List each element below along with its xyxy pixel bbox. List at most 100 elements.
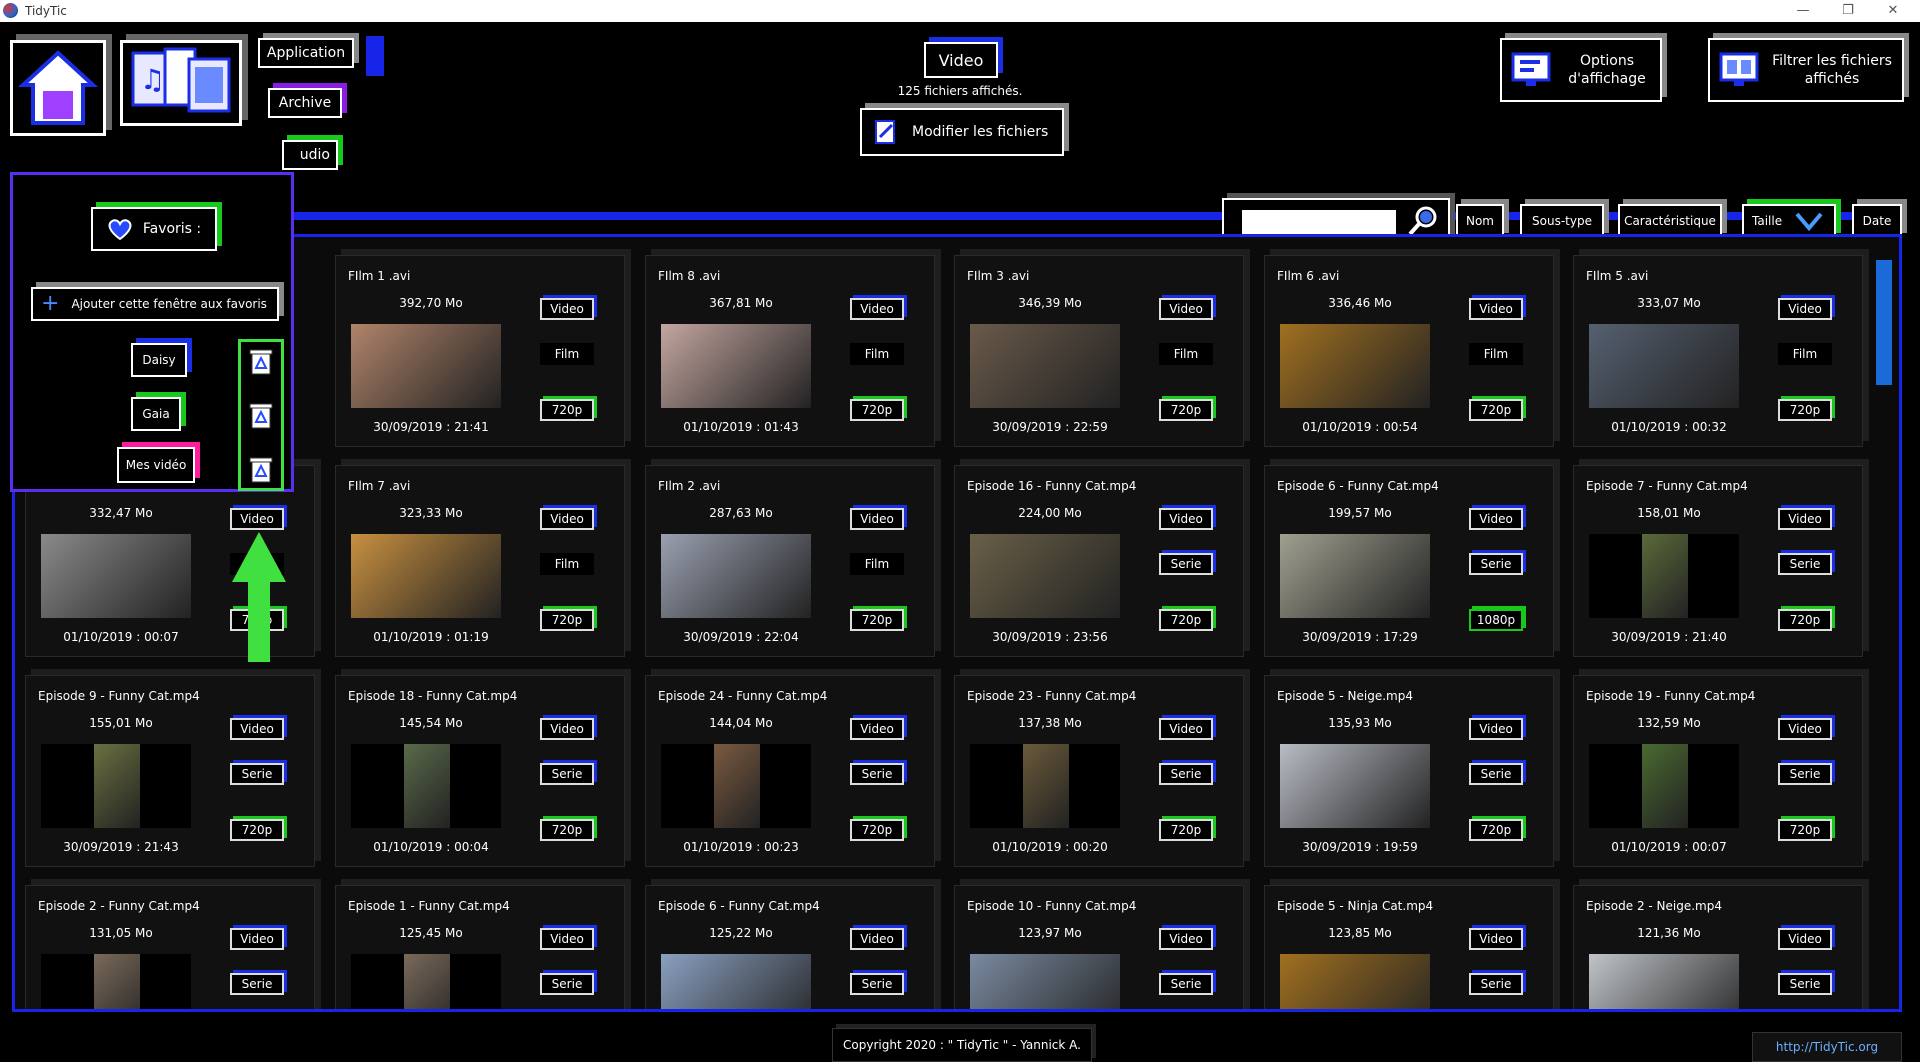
file-card[interactable]: Episode 5 - Ninja Cat.mp4 123,85 Mo Video S… bbox=[1264, 885, 1554, 1009]
file-card[interactable]: Episode 7 - Funny Cat.mp4 158,01 Mo 30/09/… bbox=[1573, 465, 1863, 657]
filter-files-button[interactable]: Filtrer les fichiers affichés bbox=[1708, 38, 1904, 102]
type-tag[interactable]: Video bbox=[1778, 298, 1832, 320]
quality-tag[interactable]: 720p bbox=[230, 819, 284, 841]
website-link[interactable]: http://TidyTic.org bbox=[1752, 1032, 1902, 1062]
subtype-tag[interactable]: Serie bbox=[1159, 763, 1213, 785]
subtype-tag[interactable]: Film bbox=[540, 343, 594, 365]
type-tag[interactable]: Video bbox=[540, 718, 594, 740]
subtype-tag[interactable]: Serie bbox=[850, 973, 904, 995]
file-card[interactable]: Episode 23 - Funny Cat.mp4 137,38 Mo 01/10… bbox=[954, 675, 1244, 867]
type-tag[interactable]: Video bbox=[1159, 928, 1213, 950]
category-archive-button[interactable]: Archive bbox=[268, 88, 342, 118]
subtype-tag[interactable]: Serie bbox=[1159, 973, 1213, 995]
display-options-button[interactable]: Options d'affichage bbox=[1500, 38, 1662, 102]
subtype-tag[interactable]: Serie bbox=[540, 763, 594, 785]
category-audio-button[interactable]: udio bbox=[282, 140, 338, 170]
subtype-tag[interactable]: Film bbox=[540, 553, 594, 575]
file-card[interactable]: FIlm 6 .avi 336,46 Mo 01/10/2019 : 00:54 Vi… bbox=[1264, 255, 1554, 447]
quality-tag[interactable]: 720p bbox=[540, 819, 594, 841]
type-tag[interactable]: Video bbox=[850, 718, 904, 740]
subtype-tag[interactable]: Serie bbox=[1778, 553, 1832, 575]
media-type-button[interactable]: ♫ bbox=[120, 40, 242, 126]
quality-tag[interactable]: 720p bbox=[1778, 819, 1832, 841]
subtype-tag[interactable]: Serie bbox=[1469, 553, 1523, 575]
type-tag[interactable]: Video bbox=[850, 298, 904, 320]
quality-tag[interactable]: 720p bbox=[850, 819, 904, 841]
sort-name-button[interactable]: Nom bbox=[1456, 204, 1504, 238]
favorite-item-mes-video[interactable]: Mes vidéo bbox=[117, 447, 195, 483]
category-application-button[interactable]: Application bbox=[258, 38, 354, 68]
file-card[interactable]: Episode 18 - Funny Cat.mp4 145,54 Mo 01/10… bbox=[335, 675, 625, 867]
favorite-item-daisy[interactable]: Daisy bbox=[131, 343, 187, 377]
trash-icon[interactable] bbox=[246, 346, 276, 376]
subtype-tag[interactable]: Serie bbox=[850, 763, 904, 785]
quality-tag[interactable]: 720p bbox=[1159, 399, 1213, 421]
quality-tag[interactable]: 720p bbox=[1159, 819, 1213, 841]
sort-characteristic-button[interactable]: Caractéristique bbox=[1618, 204, 1722, 238]
type-tag[interactable]: Video bbox=[850, 508, 904, 530]
home-button[interactable] bbox=[10, 40, 106, 136]
subtype-tag[interactable]: Serie bbox=[540, 973, 594, 995]
subtype-tag[interactable]: Film bbox=[1469, 343, 1523, 365]
trash-icon[interactable] bbox=[246, 400, 276, 430]
quality-tag[interactable]: 720p bbox=[1778, 399, 1832, 421]
favorite-item-gaia[interactable]: Gaia bbox=[131, 397, 181, 431]
file-card[interactable]: FIlm 5 .avi 333,07 Mo 01/10/2019 : 00:32 Vi… bbox=[1573, 255, 1863, 447]
file-card[interactable]: Episode 6 - Funny Cat.mp4 125,22 Mo Video S… bbox=[645, 885, 935, 1009]
subtype-tag[interactable]: Film bbox=[1778, 343, 1832, 365]
sort-subtype-button[interactable]: Sous-type bbox=[1520, 204, 1604, 238]
file-card[interactable]: Episode 19 - Funny Cat.mp4 132,59 Mo 01/10… bbox=[1573, 675, 1863, 867]
quality-tag[interactable]: 720p bbox=[850, 609, 904, 631]
type-tag[interactable]: Video bbox=[230, 928, 284, 950]
file-card[interactable]: Episode 16 - Funny Cat.mp4 224,00 Mo 30/09… bbox=[954, 465, 1244, 657]
modify-files-button[interactable]: Modifier les fichiers bbox=[860, 108, 1064, 156]
type-tag[interactable]: Video bbox=[230, 718, 284, 740]
subtype-tag[interactable]: Film bbox=[850, 553, 904, 575]
type-tag[interactable]: Video bbox=[1469, 508, 1523, 530]
subtype-tag[interactable]: Serie bbox=[230, 763, 284, 785]
favorites-title-button[interactable]: Favoris : bbox=[91, 207, 217, 251]
type-tag[interactable]: Video bbox=[1159, 508, 1213, 530]
subtype-tag[interactable]: Serie bbox=[230, 973, 284, 995]
type-tag[interactable]: Video bbox=[230, 508, 284, 530]
quality-tag[interactable]: 720p bbox=[1159, 609, 1213, 631]
add-favorite-button[interactable]: + Ajouter cette fenêtre aux favoris bbox=[31, 287, 279, 321]
file-card[interactable]: FIlm 2 .avi 287,63 Mo 30/09/2019 : 22:04 Vi… bbox=[645, 465, 935, 657]
quality-tag[interactable]: 720p bbox=[540, 609, 594, 631]
file-card[interactable]: Episode 2 - Neige.mp4 121,36 Mo Video Serie bbox=[1573, 885, 1863, 1009]
sort-date-button[interactable]: Date bbox=[1852, 204, 1902, 238]
restore-button[interactable]: ❐ bbox=[1833, 2, 1863, 20]
type-tag[interactable]: Video bbox=[1159, 298, 1213, 320]
file-card[interactable]: FIlm 7 .avi 323,33 Mo 01/10/2019 : 01:19 Vi… bbox=[335, 465, 625, 657]
quality-tag[interactable]: 720p bbox=[540, 399, 594, 421]
file-card[interactable]: FIlm 1 .avi 392,70 Mo 30/09/2019 : 21:41 Vi… bbox=[335, 255, 625, 447]
sort-size-button[interactable]: Taille bbox=[1742, 204, 1836, 238]
type-tag[interactable]: Video bbox=[540, 298, 594, 320]
quality-tag[interactable]: 720p bbox=[850, 399, 904, 421]
type-tag[interactable]: Video bbox=[850, 928, 904, 950]
subtype-tag[interactable]: Serie bbox=[1778, 763, 1832, 785]
search-icon[interactable] bbox=[1406, 204, 1440, 238]
trash-icon[interactable] bbox=[246, 454, 276, 484]
file-card[interactable]: Episode 10 - Funny Cat.mp4 123,97 Mo Video… bbox=[954, 885, 1244, 1009]
quality-tag[interactable]: 720p bbox=[1778, 609, 1832, 631]
type-tag[interactable]: Video bbox=[1778, 508, 1832, 530]
quality-tag[interactable]: 720p bbox=[1469, 399, 1523, 421]
file-card[interactable]: Episode 5 - Neige.mp4 135,93 Mo 30/09/2019… bbox=[1264, 675, 1554, 867]
type-tag[interactable]: Video bbox=[1469, 718, 1523, 740]
minimize-button[interactable]: — bbox=[1788, 2, 1818, 20]
type-tag[interactable]: Video bbox=[1778, 928, 1832, 950]
file-card[interactable]: Episode 2 - Funny Cat.mp4 131,05 Mo Video S… bbox=[25, 885, 315, 1009]
type-tag[interactable]: Video bbox=[1159, 718, 1213, 740]
file-card[interactable]: Episode 9 - Funny Cat.mp4 155,01 Mo 30/09/… bbox=[25, 675, 315, 867]
subtype-tag[interactable]: Serie bbox=[1469, 763, 1523, 785]
scrollbar-thumb[interactable] bbox=[1876, 260, 1892, 385]
type-tag[interactable]: Video bbox=[540, 928, 594, 950]
file-card[interactable]: FIlm 3 .avi 346,39 Mo 30/09/2019 : 22:59 Vi… bbox=[954, 255, 1244, 447]
subtype-tag[interactable]: Film bbox=[850, 343, 904, 365]
subtype-tag[interactable]: Serie bbox=[1469, 973, 1523, 995]
type-tag[interactable]: Video bbox=[540, 508, 594, 530]
subtype-tag[interactable]: Serie bbox=[1159, 553, 1213, 575]
file-card[interactable]: Episode 1 - Funny Cat.mp4 125,45 Mo Video S… bbox=[335, 885, 625, 1009]
close-button[interactable]: ✕ bbox=[1878, 2, 1908, 20]
